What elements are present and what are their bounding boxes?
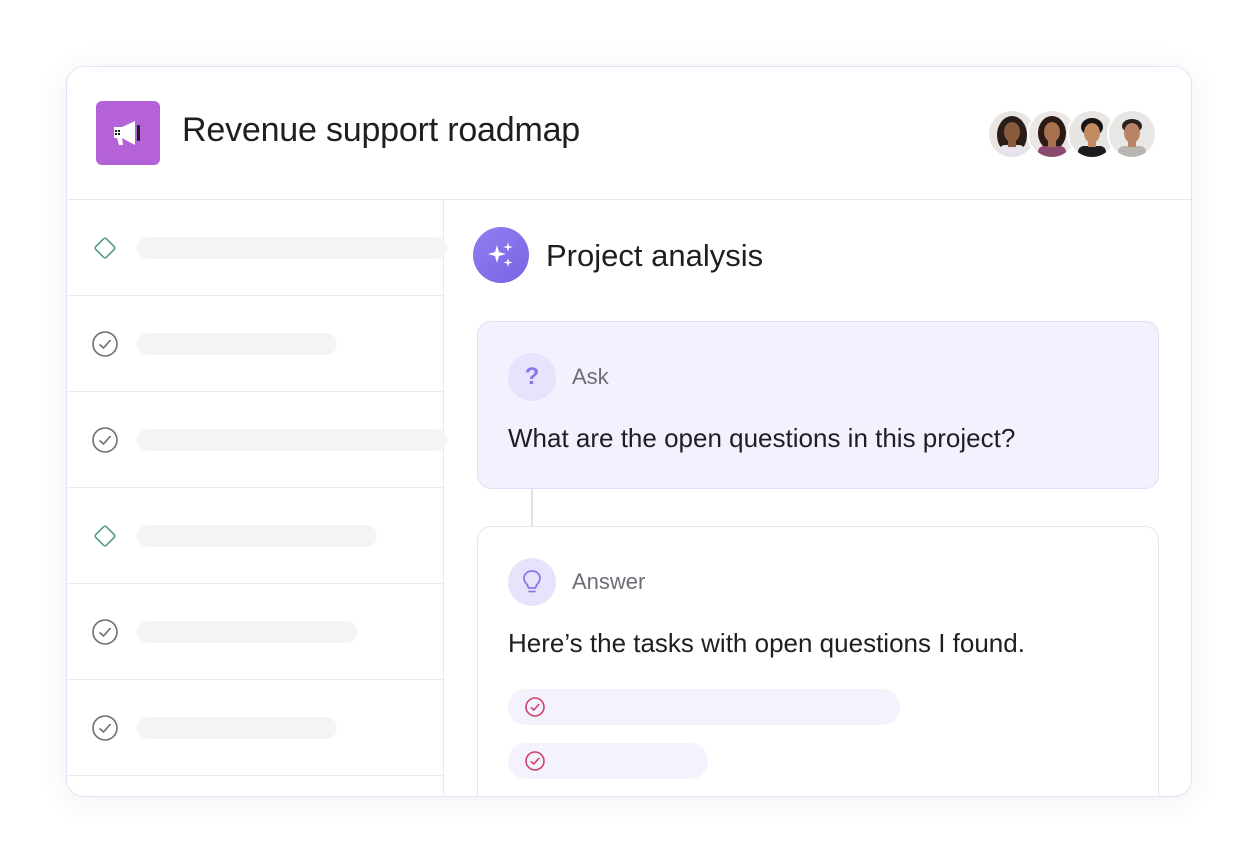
task-title-placeholder	[137, 717, 337, 739]
task-title-placeholder	[137, 237, 447, 259]
list-item[interactable]	[67, 200, 447, 296]
task-title-placeholder	[137, 429, 447, 451]
list-item[interactable]	[67, 488, 443, 584]
answer-text: Here’s the tasks with open questions I f…	[508, 628, 1025, 658]
ask-question: What are the open questions in this proj…	[508, 423, 1016, 453]
avatar[interactable]	[1107, 109, 1157, 159]
ask-card: ? Ask What are the open questions in thi…	[477, 321, 1159, 489]
check-circle-icon[interactable]	[91, 618, 119, 646]
project-title: Revenue support roadmap	[182, 111, 580, 149]
answer-label: Answer	[572, 569, 646, 594]
check-circle-icon[interactable]	[91, 426, 119, 454]
task-title-placeholder	[137, 525, 377, 547]
diamond-milestone-icon[interactable]	[91, 522, 119, 550]
analysis-title: Project analysis	[546, 238, 764, 273]
project-card: Revenue support roadmap Project analysis…	[66, 66, 1192, 797]
result-task-item[interactable]	[508, 689, 900, 725]
check-circle-icon[interactable]	[91, 714, 119, 742]
answer-card: Answer Here’s the tasks with open questi…	[477, 526, 1159, 796]
thread-connector	[531, 489, 533, 526]
lightbulb-icon	[508, 558, 556, 606]
list-item[interactable]	[67, 392, 447, 488]
task-list	[67, 200, 447, 796]
check-circle-icon	[525, 697, 545, 717]
list-item[interactable]	[67, 680, 443, 776]
ask-label: Ask	[572, 364, 609, 389]
task-title-placeholder	[137, 621, 357, 643]
sparkles-icon	[473, 227, 529, 283]
check-circle-icon	[525, 751, 545, 771]
question-mark-glyph: ?	[524, 363, 540, 390]
diamond-milestone-icon[interactable]	[91, 234, 119, 262]
check-circle-icon[interactable]	[91, 330, 119, 358]
megaphone-icon[interactable]	[96, 101, 160, 165]
member-avatars[interactable]	[987, 109, 1157, 159]
result-task-item[interactable]	[508, 743, 708, 779]
project-header: Revenue support roadmap	[67, 67, 1191, 200]
project-analysis-panel: Project analysis ? Ask What are the open…	[444, 200, 1191, 796]
task-title-placeholder	[137, 333, 337, 355]
list-item[interactable]	[67, 296, 443, 392]
question-mark-icon: ?	[508, 353, 556, 401]
list-item[interactable]	[67, 584, 443, 680]
